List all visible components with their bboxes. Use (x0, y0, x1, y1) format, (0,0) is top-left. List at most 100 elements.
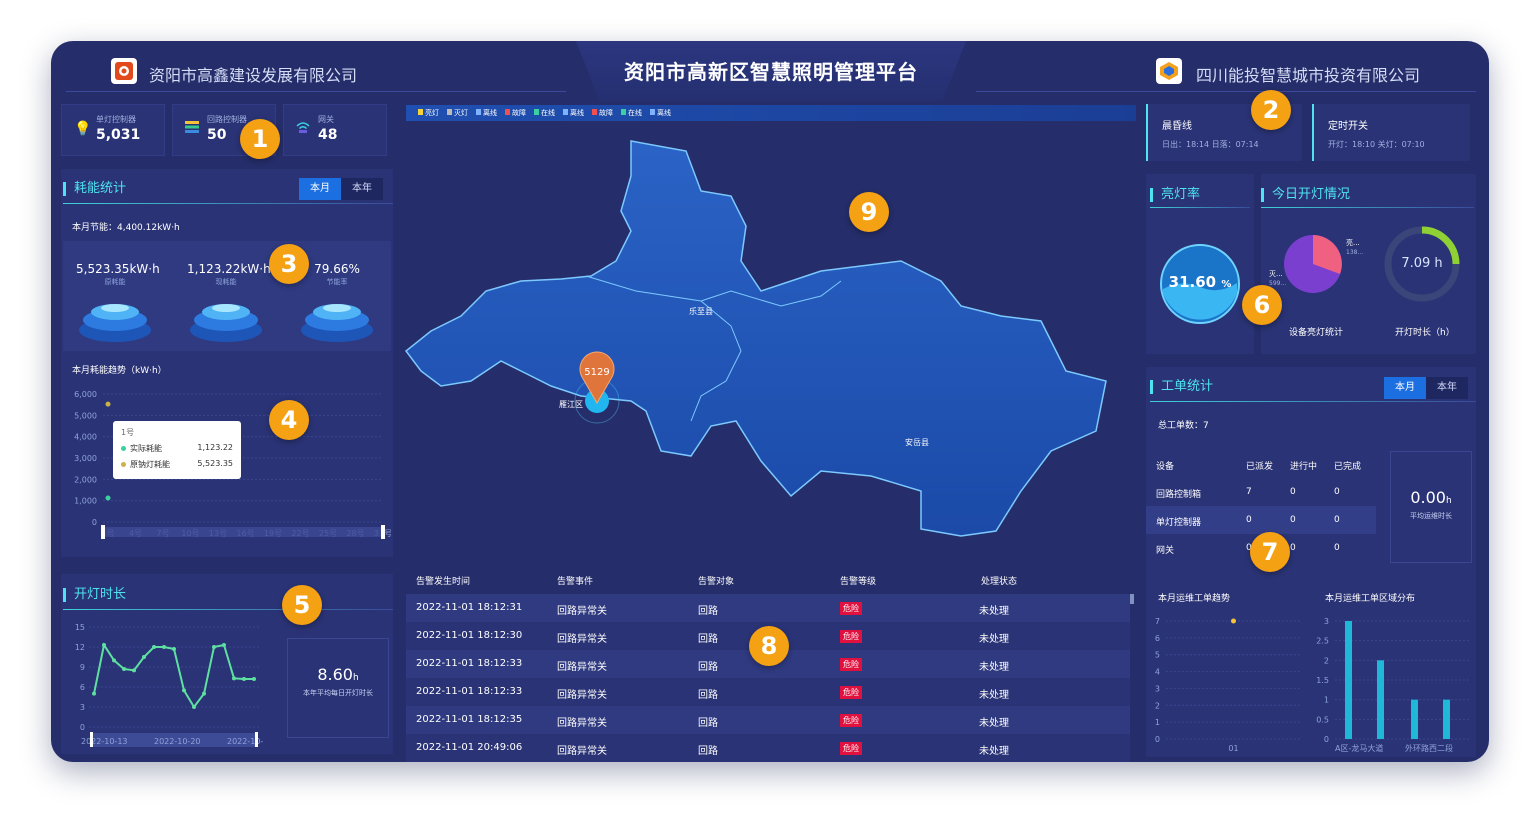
alarm-row[interactable]: 2022-11-01 20:49:06 回路异常关 回路 危险 未处理 (406, 734, 1130, 762)
y-tick-label: 1 (1155, 718, 1160, 727)
legend-item[interactable]: 故障 (592, 108, 613, 118)
tab-this-month[interactable]: 本月 (299, 178, 341, 200)
legend-item[interactable]: 故障 (505, 108, 526, 118)
tooltip-title: 1号 (121, 428, 135, 437)
circuit-icon (185, 121, 199, 137)
duration-point (222, 643, 226, 647)
alarm-cell: 回路 (698, 662, 718, 673)
y-tick-label: 0 (1155, 735, 1160, 744)
callout-badge-2: 2 (1251, 90, 1291, 130)
y-tick-label: 2,000 (74, 475, 97, 484)
lighting-duration-chart: 036912152022-10-132022-10-202022-10-27 (75, 623, 263, 747)
light-rate-number: 31.60 (1168, 273, 1217, 291)
wo-cell: 0 (1290, 515, 1296, 525)
wo-region-bar (1345, 621, 1352, 739)
legend-label: 灭灯 (454, 109, 468, 117)
schedule-detail: 日出：18:14 日落：07:14 (1162, 140, 1259, 149)
duration-point (102, 643, 106, 647)
avg-maintenance-value: 0.00 (1410, 488, 1446, 507)
duration-line (93, 642, 254, 709)
light-rate-title: 亮灯率 (1150, 188, 1200, 202)
y-tick-label: 0.5 (1316, 715, 1329, 724)
light-rate-unit: % (1221, 279, 1232, 290)
wo-cell: 0 (1290, 543, 1296, 553)
wo-cell: 0 (1334, 543, 1340, 553)
work-order-total: 总工单数：7 (1158, 421, 1209, 431)
region-label-anyue: 安岳县 (905, 437, 929, 447)
map-outline (404, 140, 1107, 537)
alarm-cell: 未处理 (979, 690, 1009, 701)
wo-header: 设备 (1156, 462, 1175, 472)
legend-label: 在线 (541, 109, 555, 117)
alarm-row[interactable]: 2022-11-01 18:12:31 回路异常关 回路 危险 未处理 (406, 594, 1130, 622)
legend-item[interactable]: 在线 (621, 108, 642, 118)
work-order-title: 工单统计 (1150, 380, 1213, 394)
alarm-header-time: 告警发生时间 (416, 577, 471, 587)
duration-ring-label: 开灯时长（h） (1395, 328, 1455, 338)
callout-badge-5: 5 (282, 585, 322, 625)
wo-region-bar (1377, 660, 1384, 739)
zoom-handle-left (90, 732, 93, 747)
duration-point (252, 677, 256, 681)
alarm-cell: 未处理 (979, 718, 1009, 729)
y-tick-label: 1,000 (74, 497, 97, 506)
schedule-title: 晨昏线 (1162, 121, 1192, 132)
lighting-duration-title: 开灯时长 (63, 588, 126, 602)
legend-item[interactable]: 在线 (534, 108, 555, 118)
tooltip-row-name: 实际耗能 (130, 444, 162, 453)
legend-item[interactable]: 灭灯 (447, 108, 468, 118)
bulb-icon: 💡 (74, 121, 92, 137)
alarm-row[interactable]: 2022-11-01 18:12:35 回路异常关 回路 危险 未处理 (406, 706, 1130, 734)
wo-cell: 0 (1246, 515, 1252, 525)
energy-item-current: 1,123.22kW·h 现耗能 (187, 262, 271, 346)
wo-cell: 0 (1334, 487, 1340, 497)
wo-header: 进行中 (1290, 462, 1318, 472)
legend-label: 离线 (483, 109, 497, 117)
alarm-row[interactable]: 2022-11-01 18:12:33 回路异常关 回路 危险 未处理 (406, 678, 1130, 706)
alarm-cell: 未处理 (979, 746, 1009, 757)
district-map: 乐至县 雁江区 安岳县 5129 (404, 140, 1107, 537)
legend-item[interactable]: 离线 (650, 108, 671, 118)
y-tick-label: 2.5 (1316, 637, 1329, 646)
work-order-row[interactable]: 回路控制箱 7 0 0 (1146, 478, 1376, 506)
header-line-right (976, 91, 1476, 92)
duration-point (242, 677, 246, 681)
work-order-row[interactable]: 单灯控制器 0 0 0 (1146, 506, 1376, 534)
stat-label: 回路控制器 (207, 115, 247, 124)
legend-item[interactable]: 离线 (476, 108, 497, 118)
duration-point (132, 668, 136, 673)
wo-cell: 0 (1290, 487, 1296, 497)
y-tick-label: 2 (1155, 701, 1160, 710)
energy-trend-title: 本月耗能趋势（kW·h） (72, 366, 167, 376)
alarm-cell: 回路 (698, 746, 718, 757)
alarm-cell: 未处理 (979, 662, 1009, 673)
light-rate-underline (1150, 207, 1250, 208)
legend-label: 离线 (570, 109, 584, 117)
tab-this-year[interactable]: 本年 (341, 178, 383, 200)
wo-cell: 回路控制箱 (1156, 490, 1202, 500)
stat-label: 单灯控制器 (96, 115, 136, 124)
stat-value: 5,031 (96, 127, 141, 143)
energy-item-label: 原耗能 (104, 278, 126, 286)
device-light-label: 设备亮灯统计 (1289, 328, 1344, 338)
alarm-cell: 回路异常关 (557, 746, 607, 757)
energy-item-label: 现耗能 (215, 278, 237, 286)
duration-point (142, 655, 146, 659)
legend-item[interactable]: 离线 (563, 108, 584, 118)
energy-item-label: 节能率 (326, 278, 348, 286)
y-tick-label: 3,000 (74, 454, 97, 463)
y-tick-label: 15 (75, 623, 85, 632)
y-tick-label: 1.5 (1316, 676, 1329, 685)
tab-this-year[interactable]: 本年 (1426, 377, 1468, 399)
duration-point (162, 645, 166, 649)
x-tick-label: A区-龙马大道 (1335, 743, 1383, 753)
y-tick-label: 5,000 (74, 411, 97, 420)
alarm-cell: 未处理 (979, 606, 1009, 617)
alarm-scrollbar[interactable] (1130, 594, 1134, 604)
tab-this-month[interactable]: 本月 (1384, 377, 1426, 399)
wo-trend-point (1231, 618, 1236, 624)
callout-badge-6: 6 (1242, 285, 1282, 325)
pie-label-on-count: 138... (1346, 249, 1364, 256)
legend-item[interactable]: 亮灯 (418, 108, 439, 118)
wo-region-chart: 0 0.5 1 1.5 2 2.5 3 A区-龙马大道 外环路西二段 (1316, 617, 1471, 753)
